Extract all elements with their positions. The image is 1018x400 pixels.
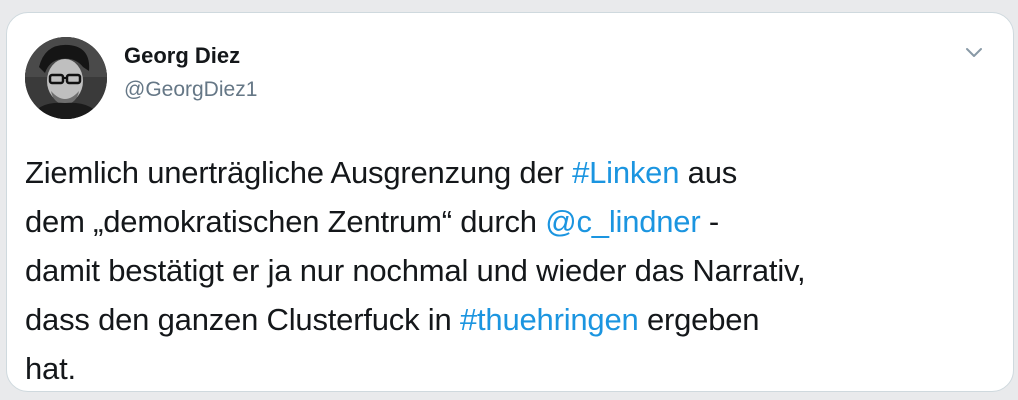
tweet-text-line: hat. bbox=[25, 351, 76, 386]
text-segment: aus bbox=[679, 155, 738, 190]
author-handle[interactable]: @GeorgDiez1 bbox=[124, 78, 257, 102]
text-segment: Ziemlich unerträgliche Ausgrenzung der bbox=[25, 155, 573, 190]
tweet-card: Georg Diez @GeorgDiez1 Ziemlich unerträg… bbox=[6, 12, 1014, 392]
tweet-text: Ziemlich unerträgliche Ausgrenzung der #… bbox=[25, 148, 1000, 393]
tweet-text-line: damit bestätigt er ja nur nochmal und wi… bbox=[25, 253, 806, 288]
text-segment: dem „demokratischen Zentrum“ durch bbox=[25, 204, 546, 239]
text-segment: ergeben bbox=[638, 302, 760, 337]
hashtag-link[interactable]: #Linken bbox=[572, 155, 679, 190]
tweet-text-line: dass den ganzen Clusterfuck in #thuehrin… bbox=[25, 295, 1000, 344]
tweet-menu-button[interactable] bbox=[961, 43, 987, 63]
tweet-text-line: dem „demokratischen Zentrum“ durch @c_li… bbox=[25, 197, 1000, 246]
mention-link[interactable]: @c_lindner bbox=[545, 204, 700, 239]
text-segment: - bbox=[700, 204, 720, 239]
author-display-name[interactable]: Georg Diez bbox=[124, 43, 240, 69]
avatar-image bbox=[25, 37, 107, 119]
text-segment: dass den ganzen Clusterfuck in bbox=[25, 302, 460, 337]
tweet-text-line: Ziemlich unerträgliche Ausgrenzung der #… bbox=[25, 148, 1000, 197]
hashtag-link[interactable]: #thuehringen bbox=[460, 302, 639, 337]
avatar[interactable] bbox=[25, 37, 107, 119]
chevron-down-icon bbox=[966, 48, 982, 57]
